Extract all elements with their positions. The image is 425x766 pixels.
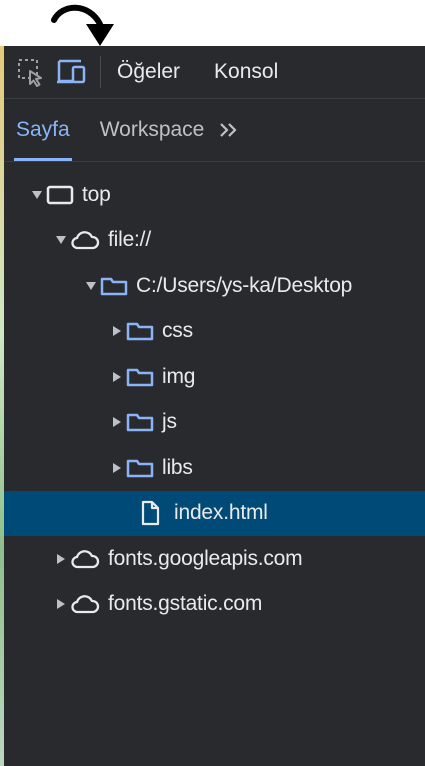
triangle-down-icon[interactable] (84, 281, 98, 291)
tree-item-label: js (162, 410, 177, 434)
file-icon (140, 500, 160, 526)
tree-item-label: libs (162, 455, 193, 479)
sources-subtabs: Sayfa Workspace (4, 99, 425, 162)
cloud-icon (70, 593, 100, 615)
triangle-right-icon[interactable] (110, 371, 124, 383)
devtools-toolbar: Öğeler Konsol (4, 46, 425, 99)
tree-item-desktop-folder[interactable]: C:/Users/ys-ka/Desktop (4, 263, 425, 309)
folder-icon (126, 366, 154, 388)
device-toolbar-icon[interactable] (54, 55, 88, 89)
triangle-right-icon[interactable] (110, 462, 124, 474)
folder-icon (126, 411, 154, 433)
tree-item-top[interactable]: top (4, 172, 425, 218)
triangle-right-icon[interactable] (54, 553, 68, 565)
tree-item-label: fonts.gstatic.com (108, 592, 263, 616)
triangle-right-icon[interactable] (54, 598, 68, 610)
triangle-down-icon[interactable] (54, 235, 68, 245)
triangle-right-icon[interactable] (110, 325, 124, 337)
folder-icon (126, 320, 154, 342)
subtab-workspace[interactable]: Workspace (100, 118, 205, 142)
tree-item-file-origin[interactable]: file:// (4, 218, 425, 264)
frame-icon (46, 184, 74, 206)
triangle-right-icon[interactable] (110, 416, 124, 428)
file-tree: top file:// C:/Users/ys-ka/Desktop css i… (4, 162, 425, 627)
tree-item-origin-gstatic[interactable]: fonts.gstatic.com (4, 582, 425, 628)
annotation-arrow-icon (51, 4, 114, 46)
tree-item-folder-img[interactable]: img (4, 354, 425, 400)
tree-item-label: index.html (174, 501, 268, 525)
devtools-panel: Öğeler Konsol Sayfa Workspace top file:/… (4, 46, 425, 766)
folder-icon (126, 457, 154, 479)
tree-item-label: img (162, 364, 196, 388)
tab-console[interactable]: Konsol (214, 60, 278, 84)
folder-icon (100, 275, 128, 297)
tree-item-origin-googleapis[interactable]: fonts.googleapis.com (4, 536, 425, 582)
tree-item-label: top (82, 182, 111, 206)
tab-elements[interactable]: Öğeler (117, 60, 180, 84)
triangle-down-icon[interactable] (30, 190, 44, 200)
tree-item-label: C:/Users/ys-ka/Desktop (136, 273, 353, 297)
tree-item-label: fonts.googleapis.com (108, 546, 303, 570)
tree-item-folder-css[interactable]: css (4, 309, 425, 355)
tree-item-index-html[interactable]: index.html (4, 490, 425, 536)
cloud-icon (70, 548, 100, 570)
inspect-element-icon[interactable] (14, 55, 48, 89)
tree-item-folder-js[interactable]: js (4, 400, 425, 446)
double-chevron-right-icon[interactable] (218, 121, 240, 139)
tree-item-folder-libs[interactable]: libs (4, 445, 425, 491)
tree-item-label: file:// (108, 228, 151, 252)
cloud-icon (70, 229, 100, 251)
subtab-page[interactable]: Sayfa (14, 99, 72, 161)
tree-item-label: css (162, 319, 193, 343)
toolbar-separator (100, 56, 101, 88)
